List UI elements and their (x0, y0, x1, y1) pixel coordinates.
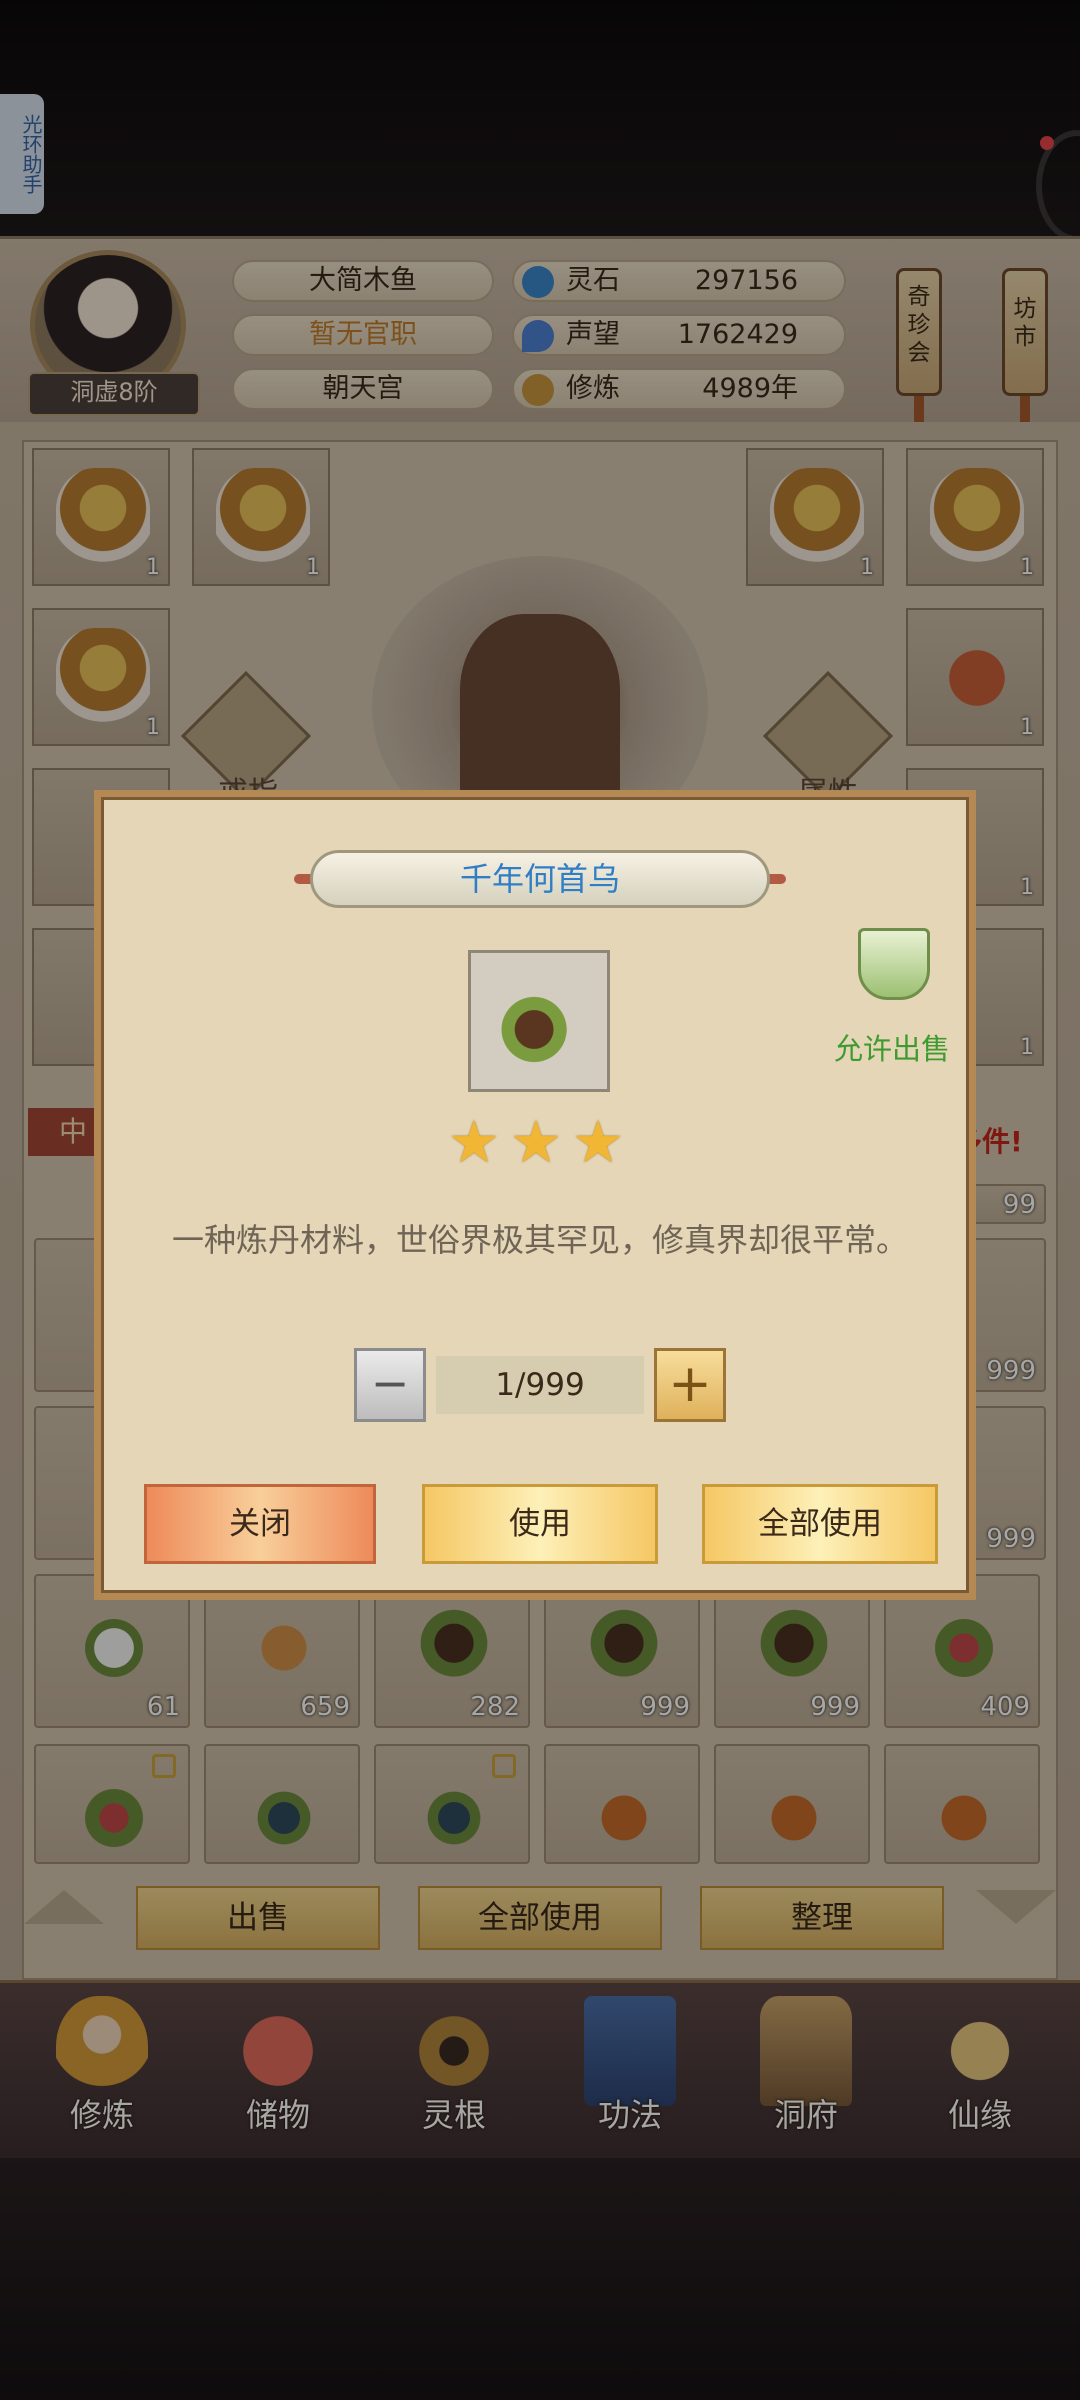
fleeceflower-root-icon (490, 980, 588, 1070)
item-description: 一种炼丹材料，世俗界极其罕见，修真界却很平常。 (171, 1221, 908, 1259)
increase-button[interactable]: + (654, 1348, 726, 1422)
star-icon: ★ (510, 1108, 562, 1176)
close-button[interactable]: 关闭 (144, 1484, 376, 1564)
unlock-icon[interactable] (858, 928, 930, 1000)
item-detail-dialog (94, 790, 976, 1600)
star-icon: ★ (572, 1108, 624, 1176)
allow-sale-label: 允许出售 (834, 1032, 951, 1066)
use-button[interactable]: 使用 (422, 1484, 658, 1564)
star-icon: ★ (448, 1108, 500, 1176)
use-all-dialog-button[interactable]: 全部使用 (702, 1484, 938, 1564)
quantity-display[interactable]: 1/999 (436, 1356, 644, 1414)
item-name-title: 千年何首乌 (310, 850, 770, 908)
decrease-button[interactable]: − (354, 1348, 426, 1422)
